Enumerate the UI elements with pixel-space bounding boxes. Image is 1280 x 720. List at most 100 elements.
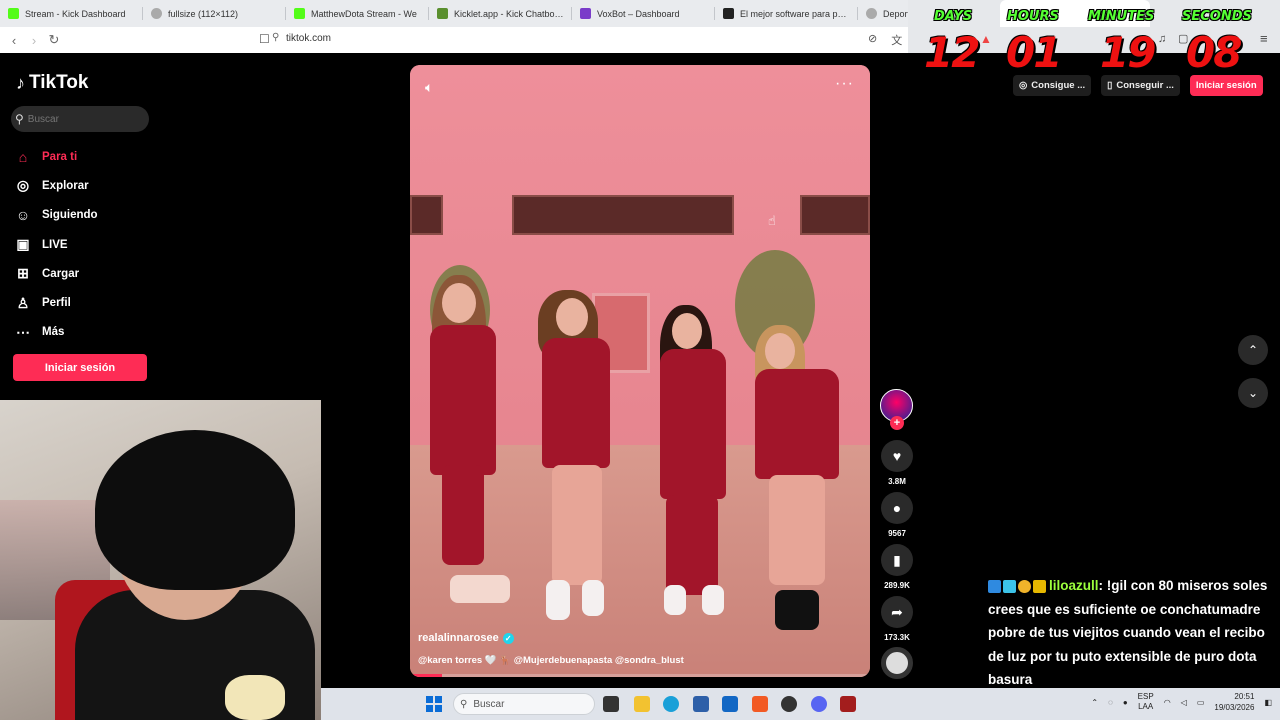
sidebar-item-mas[interactable]: ⋯ Más (14, 318, 164, 347)
brave-shield-icon[interactable]: ▲ (980, 32, 992, 46)
prev-video-button[interactable]: ⌃ (1238, 335, 1268, 365)
browser-tab[interactable]: Kicklet.app - Kick Chatbot and (429, 0, 572, 27)
edge-icon[interactable] (663, 696, 679, 712)
extension-icons: ⊘ 文 (868, 32, 902, 48)
dota-icon[interactable] (840, 696, 856, 712)
get-coins-button[interactable]: ◎ Consigue ... (1013, 75, 1092, 96)
following-icon: ☺ (15, 207, 31, 224)
sidebar-item-para-ti[interactable]: ⌂ Para ti (14, 142, 164, 171)
share-count: 173.3K (884, 633, 910, 642)
discord-icon[interactable] (811, 696, 827, 712)
browser-tab[interactable]: VoxBot – Dashboard (572, 0, 715, 27)
url-field[interactable]: tiktok.com (286, 33, 331, 44)
like-action[interactable]: ♥ 3.8M (881, 440, 913, 486)
video-author[interactable]: realalinnarosee ✓ (418, 632, 514, 644)
network-icon[interactable]: ◌ (1108, 698, 1113, 707)
chat-username: liloazull (1049, 578, 1099, 593)
next-video-button[interactable]: ⌄ (1238, 378, 1268, 408)
badge-icon (1018, 579, 1031, 593)
bookmark-icon[interactable]: ☐ (259, 32, 270, 46)
browser-tab[interactable]: Stream - Kick Dashboard (0, 0, 143, 27)
chevron-up-icon: ⌃ (1247, 343, 1259, 357)
coin-icon: ◎ (1019, 80, 1028, 91)
sidebar-item-siguiendo[interactable]: ☺ Siguiendo (14, 201, 164, 230)
sidebar-item-perfil[interactable]: ♙ Perfil (14, 288, 164, 317)
search-box[interactable]: ⚲ (11, 106, 149, 132)
brave-icon[interactable] (752, 696, 768, 712)
countdown-label-days: DAYS (934, 9, 973, 24)
webcam-hair (95, 430, 295, 590)
comment-icon[interactable]: ● (881, 492, 913, 524)
site-info-icon[interactable]: ⚲ (272, 32, 279, 43)
video-player[interactable]: 🔈︎ ··· ☝︎ realalinnarosee ✓ @karen torre… (410, 65, 870, 677)
share-action[interactable]: ➦ 173.3K (881, 596, 913, 642)
music-disc-icon[interactable] (881, 647, 913, 679)
sidebar-item-live[interactable]: ▣ LIVE (14, 230, 164, 259)
comment-action[interactable]: ● 9567 (881, 492, 913, 538)
top-right-actions: ◎ Consigue ... ▯ Conseguir ... Iniciar ses… (1013, 75, 1263, 96)
language-indicator[interactable]: ESP LAA (1138, 692, 1154, 712)
countdown-label-hours: HOURS (1007, 9, 1059, 24)
share-icon[interactable]: ➦ (881, 596, 913, 628)
taskbar-search[interactable]: ⚲ Buscar (453, 693, 595, 715)
chevron-down-icon: ⌄ (1247, 386, 1259, 400)
volume-icon[interactable]: ◁ (1181, 698, 1187, 707)
more-icon: ⋯ (16, 323, 30, 340)
taskbar-clock[interactable]: 20:51 19/03/2026 (1214, 691, 1254, 713)
browser-tab[interactable]: El mejor software para potenci (715, 0, 858, 27)
obs-icon[interactable] (781, 696, 797, 712)
video-window (410, 195, 443, 235)
save-count: 289.9K (884, 581, 910, 590)
globe-favicon-icon (151, 8, 162, 19)
chat-text: : !gil con 80 miseros soles crees que es… (988, 578, 1268, 687)
kicklet-favicon-icon (437, 8, 448, 19)
volume-icon[interactable]: 🔈︎ (425, 79, 433, 96)
bookmark-icon[interactable]: ▮ (881, 544, 913, 576)
windows-start-icon[interactable] (426, 696, 442, 712)
software-favicon-icon (723, 8, 734, 19)
video-progress-bar[interactable] (410, 674, 870, 677)
reload-icon[interactable]: ↻ (44, 32, 64, 48)
like-count: 3.8M (888, 477, 906, 486)
system-tray: ⌃ ◌ ● ESP LAA ◠ ◁ ▭ 20:51 19/03/2026 ◧ (1091, 691, 1272, 713)
compass-icon: ◎ (16, 177, 30, 194)
browser-tab[interactable]: MatthewDota Stream - We (286, 0, 429, 27)
task-view-icon[interactable] (603, 696, 619, 712)
kick-favicon-icon (294, 8, 305, 19)
back-icon[interactable]: ‹ (4, 33, 24, 48)
outlook-icon[interactable] (722, 696, 738, 712)
more-options-icon[interactable]: ··· (835, 75, 854, 93)
comment-count: 9567 (888, 529, 906, 538)
wifi-icon[interactable]: ◠ (1164, 698, 1171, 707)
store-icon[interactable] (693, 696, 709, 712)
tiktok-note-icon: ♪ (16, 72, 25, 93)
search-icon: ⚲ (460, 698, 468, 710)
countdown-days: 12 (924, 28, 980, 77)
live-icon: ▣ (16, 236, 30, 253)
follow-plus-icon[interactable]: + (890, 416, 904, 430)
kick-favicon-icon (8, 8, 19, 19)
notifications-icon[interactable]: ◧ (1264, 698, 1272, 707)
file-explorer-icon[interactable] (634, 696, 650, 712)
tiktok-logo[interactable]: ♪ TikTok (16, 72, 88, 94)
menu-icon[interactable]: ≡ (1260, 31, 1268, 46)
translate-off-icon[interactable]: ⊘ (868, 32, 877, 48)
search-input[interactable] (27, 113, 138, 125)
save-action[interactable]: ▮ 289.9K (881, 544, 913, 590)
heart-icon[interactable]: ♥ (881, 440, 913, 472)
webcam-feed (0, 400, 321, 720)
battery-icon[interactable]: ▭ (1197, 698, 1205, 707)
browser-tab[interactable]: fullsize (112×112) (143, 0, 286, 27)
mic-icon[interactable]: ● (1123, 698, 1128, 707)
translate-icon[interactable]: 文 (891, 32, 902, 48)
music-icon[interactable]: ♫ (1158, 33, 1166, 45)
sidebar-nav: ⌂ Para ti ◎ Explorar ☺ Siguiendo ▣ LIVE ⊞ Car… (14, 142, 164, 347)
get-app-button[interactable]: ▯ Conseguir ... (1101, 75, 1180, 96)
top-login-button[interactable]: Iniciar sesión (1189, 75, 1263, 96)
login-button[interactable]: Iniciar sesión (13, 354, 147, 381)
tray-overflow-icon[interactable]: ⌃ (1091, 698, 1098, 707)
forward-icon[interactable]: › (24, 33, 44, 48)
video-progress-fill (410, 674, 443, 677)
sidebar-item-explorar[interactable]: ◎ Explorar (14, 171, 164, 200)
sidebar-item-cargar[interactable]: ⊞ Cargar (14, 259, 164, 288)
